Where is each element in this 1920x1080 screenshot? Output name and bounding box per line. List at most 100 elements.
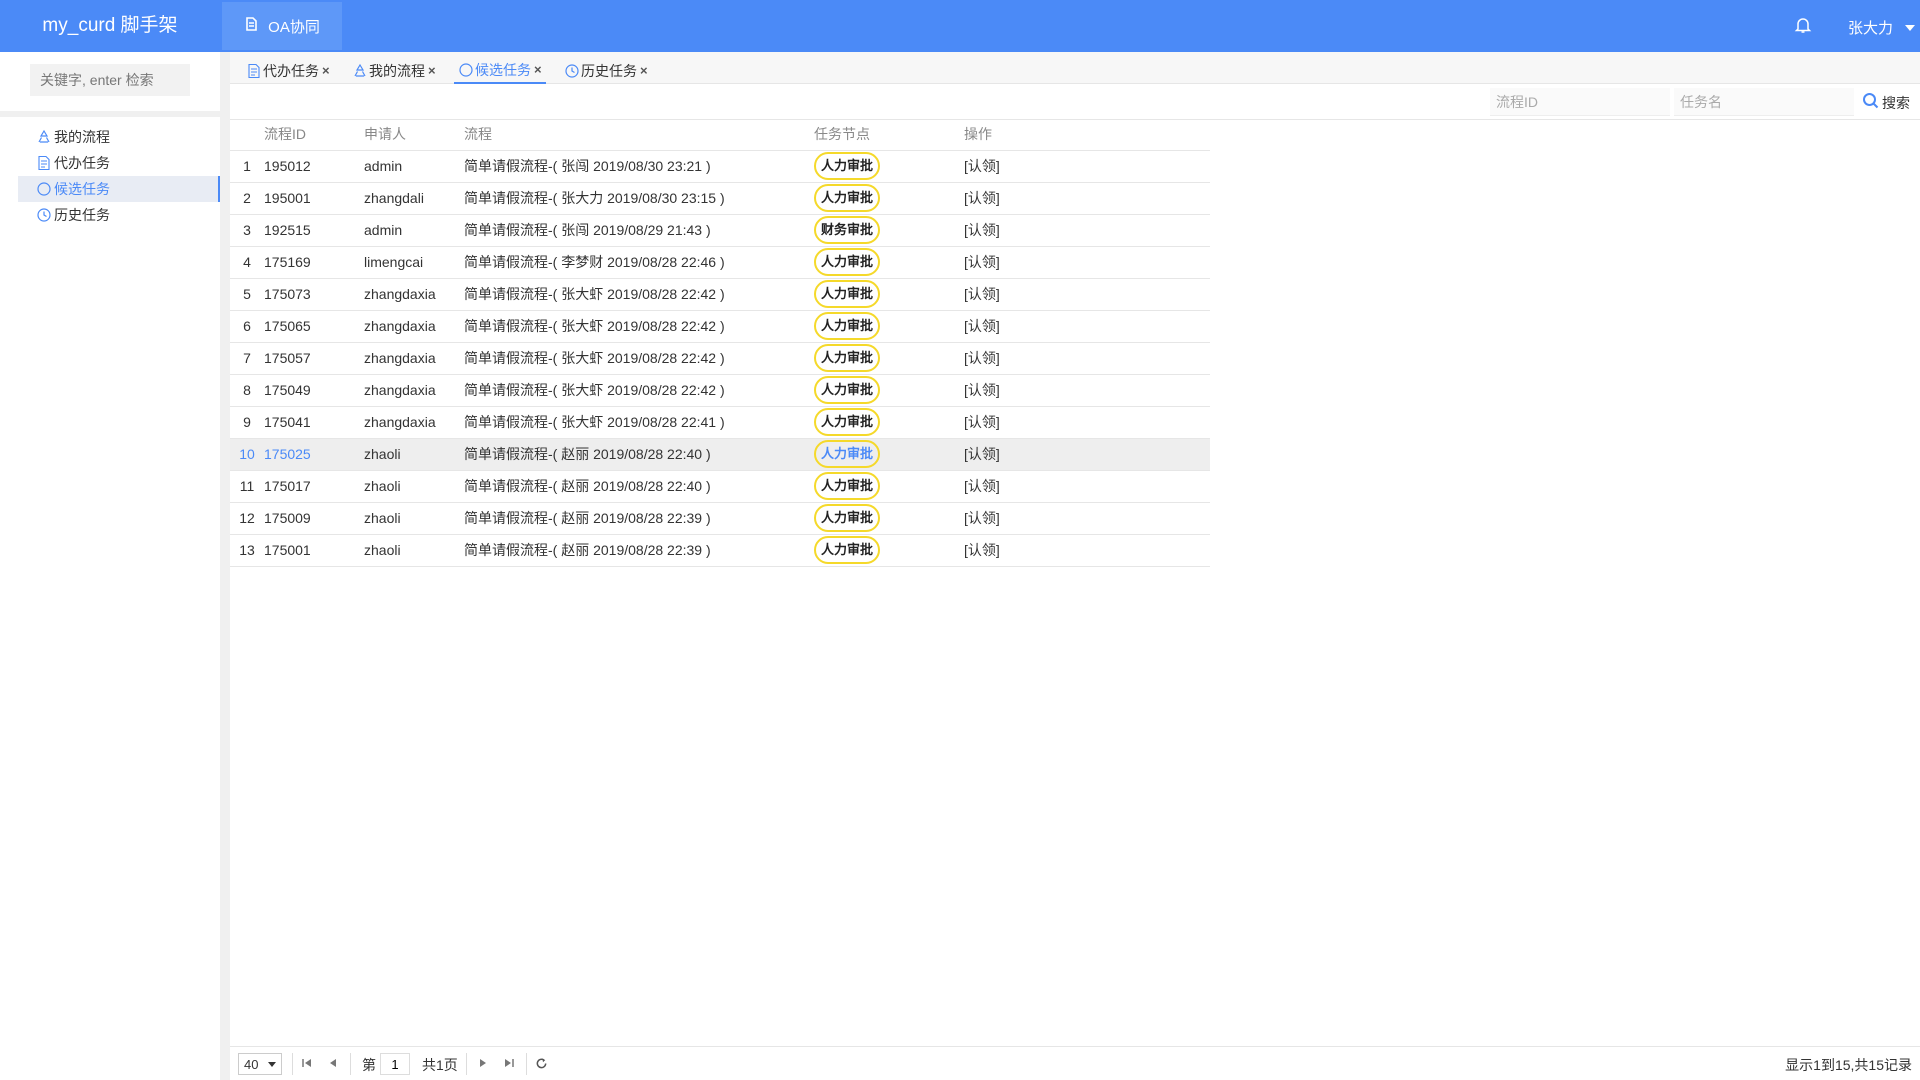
task-node-cell: 人力审批 — [814, 246, 964, 279]
tab-todo[interactable]: 代办任务 × — [242, 57, 334, 84]
claim-link[interactable]: [认领] — [964, 510, 1000, 526]
table-row[interactable]: 4 175169 limengcai 简单请假流程-( 李梦财 2019/08/28 … — [230, 246, 1210, 279]
flow-cell: 简单请假流程-( 赵丽 2019/08/28 22:39 ) — [464, 534, 814, 567]
task-name-input[interactable] — [1674, 88, 1854, 116]
flow-cell: 简单请假流程-( 张大虾 2019/08/28 22:42 ) — [464, 278, 814, 311]
top-header: my_curd 脚手架 OA协同 张大力 — [0, 0, 1920, 52]
claim-link[interactable]: [认领] — [964, 190, 1000, 206]
last-page-icon[interactable] — [502, 1056, 516, 1070]
process-id-cell: 175041 — [264, 406, 364, 439]
claim-link[interactable]: [认领] — [964, 350, 1000, 366]
tab-my-process[interactable]: 我的流程 × — [348, 57, 440, 84]
process-id-input[interactable] — [1490, 88, 1670, 116]
clock-icon — [36, 207, 52, 223]
table-row[interactable]: 1 195012 admin 简单请假流程-( 张闯 2019/08/30 23:21… — [230, 150, 1210, 183]
first-page-icon[interactable] — [300, 1056, 314, 1070]
claim-link[interactable]: [认领] — [964, 254, 1000, 270]
sidebar-item-label: 候选任务 — [54, 181, 110, 197]
applicant-cell: limengcai — [364, 246, 464, 279]
user-menu[interactable]: 张大力 — [1848, 17, 1916, 38]
close-icon[interactable]: × — [428, 63, 436, 78]
status-badge: 人力审批 — [814, 248, 880, 276]
recycle-icon — [36, 129, 52, 145]
table-row[interactable]: 7 175057 zhangdaxia 简单请假流程-( 张大虾 2019/08/28… — [230, 342, 1210, 375]
operation-cell: [认领] — [964, 374, 1210, 407]
table-row[interactable]: 2 195001 zhangdali 简单请假流程-( 张大力 2019/08/30 … — [230, 182, 1210, 215]
sidebar-item-my-process[interactable]: 我的流程 — [18, 124, 220, 150]
filter-bar: 搜索 — [230, 84, 1920, 120]
process-id-cell: 175001 — [264, 534, 364, 567]
claim-link[interactable]: [认领] — [964, 158, 1000, 174]
flow-cell: 简单请假流程-( 张大虾 2019/08/28 22:42 ) — [464, 342, 814, 375]
table-row[interactable]: 3 192515 admin 简单请假流程-( 张闯 2019/08/29 21:43… — [230, 214, 1210, 247]
module-tab-label: OA协同 — [268, 18, 320, 36]
task-node-cell: 人力审批 — [814, 406, 964, 439]
claim-link[interactable]: [认领] — [964, 542, 1000, 558]
sidebar-item-label: 代办任务 — [54, 155, 110, 171]
search-button[interactable]: 搜索 — [1862, 92, 1910, 113]
operation-cell: [认领] — [964, 246, 1210, 279]
tab-bar: 代办任务 × 我的流程 × 候选任务 × 历史任务 × — [230, 52, 1920, 84]
header-flow[interactable]: 流程 — [464, 118, 814, 151]
row-number: 9 — [230, 406, 264, 439]
status-badge: 人力审批 — [814, 440, 880, 468]
page-number-input[interactable] — [380, 1053, 410, 1075]
table-row[interactable]: 12 175009 zhaoli 简单请假流程-( 赵丽 2019/08/28 22:… — [230, 502, 1210, 535]
next-page-icon[interactable] — [476, 1056, 490, 1070]
row-number: 13 — [230, 534, 264, 567]
process-id-cell: 175073 — [264, 278, 364, 311]
claim-link[interactable]: [认领] — [964, 478, 1000, 494]
operation-cell: [认领] — [964, 406, 1210, 439]
sidebar-search-input[interactable] — [30, 64, 190, 96]
tab-history[interactable]: 历史任务 × — [560, 57, 652, 84]
table-row[interactable]: 9 175041 zhangdaxia 简单请假流程-( 张大虾 2019/08/28… — [230, 406, 1210, 439]
close-icon[interactable]: × — [322, 63, 330, 78]
close-icon[interactable]: × — [640, 63, 648, 78]
table-row[interactable]: 11 175017 zhaoli 简单请假流程-( 赵丽 2019/08/28 22:… — [230, 470, 1210, 503]
refresh-icon[interactable] — [534, 1056, 548, 1070]
header-process-id[interactable]: 流程ID — [264, 118, 364, 151]
status-badge: 人力审批 — [814, 152, 880, 180]
module-tab-oa[interactable]: OA协同 — [222, 2, 342, 50]
operation-cell: [认领] — [964, 470, 1210, 503]
sidebar-item-candidate[interactable]: 候选任务 — [18, 176, 220, 202]
header-task-node[interactable]: 任务节点 — [814, 118, 964, 151]
tab-label: 我的流程 — [369, 62, 425, 79]
sidebar-item-todo[interactable]: 代办任务 — [18, 150, 220, 176]
applicant-cell: zhangdaxia — [364, 278, 464, 311]
tab-label: 历史任务 — [581, 62, 637, 79]
prev-page-icon[interactable] — [326, 1056, 340, 1070]
task-node-cell: 人力审批 — [814, 374, 964, 407]
process-id-cell: 195001 — [264, 182, 364, 215]
table-row[interactable]: 13 175001 zhaoli 简单请假流程-( 赵丽 2019/08/28 22:… — [230, 534, 1210, 567]
operation-cell: [认领] — [964, 150, 1210, 183]
table-row[interactable]: 8 175049 zhangdaxia 简单请假流程-( 张大虾 2019/08/28… — [230, 374, 1210, 407]
table-row[interactable]: 5 175073 zhangdaxia 简单请假流程-( 张大虾 2019/08/28… — [230, 278, 1210, 311]
claim-link[interactable]: [认领] — [964, 414, 1000, 430]
header-applicant[interactable]: 申请人 — [364, 118, 464, 151]
table-row[interactable]: 6 175065 zhangdaxia 简单请假流程-( 张大虾 2019/08/28… — [230, 310, 1210, 343]
user-name: 张大力 — [1848, 20, 1894, 37]
sidebar-item-history[interactable]: 历史任务 — [18, 202, 220, 228]
claim-link[interactable]: [认领] — [964, 446, 1000, 462]
process-id-cell: 175065 — [264, 310, 364, 343]
applicant-cell: zhangdaxia — [364, 374, 464, 407]
close-icon[interactable]: × — [534, 62, 542, 77]
tab-candidate[interactable]: 候选任务 × — [454, 57, 546, 84]
flow-cell: 简单请假流程-( 张闯 2019/08/29 21:43 ) — [464, 214, 814, 247]
operation-cell: [认领] — [964, 278, 1210, 311]
task-node-cell: 人力审批 — [814, 502, 964, 535]
main-content: 代办任务 × 我的流程 × 候选任务 × 历史任务 × 搜索 — [230, 52, 1920, 1080]
bell-icon[interactable] — [1794, 16, 1814, 36]
applicant-cell: zhaoli — [364, 470, 464, 503]
applicant-cell: zhangdaxia — [364, 310, 464, 343]
pagination: 40 第 共1页 显示1到15,共15记录 — [230, 1046, 1920, 1080]
operation-cell: [认领] — [964, 342, 1210, 375]
page-size-select[interactable]: 40 — [238, 1053, 282, 1075]
claim-link[interactable]: [认领] — [964, 382, 1000, 398]
claim-link[interactable]: [认领] — [964, 318, 1000, 334]
page-total: 共1页 — [422, 1057, 458, 1073]
claim-link[interactable]: [认领] — [964, 222, 1000, 238]
claim-link[interactable]: [认领] — [964, 286, 1000, 302]
table-row[interactable]: 10 175025 zhaoli 简单请假流程-( 赵丽 2019/08/28 22:… — [230, 438, 1210, 471]
